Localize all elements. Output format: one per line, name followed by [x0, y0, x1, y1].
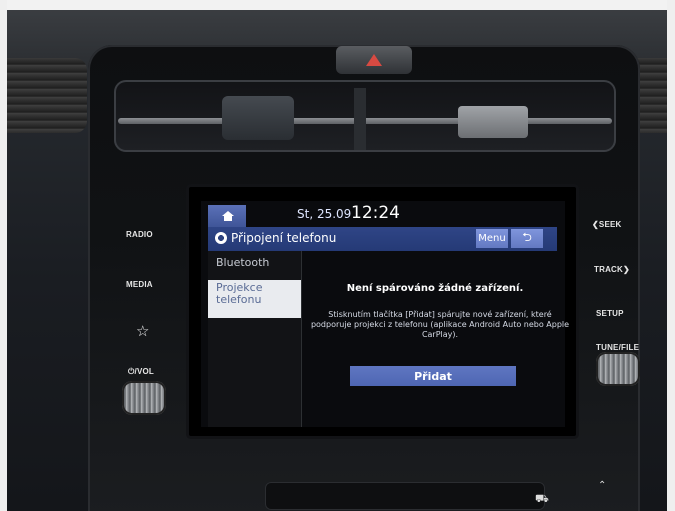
status-time: 12:24: [351, 203, 400, 223]
hazard-button[interactable]: [336, 46, 412, 74]
sidebar: [208, 251, 302, 427]
empty-state-title: Není spárováno žádné zařízení.: [346, 283, 524, 294]
page-title: Připojení telefonu: [231, 231, 337, 245]
empty-state-description: Stisknutím tlačítka [Přidat] spárujte no…: [310, 310, 570, 339]
status-date: St, 25.09: [297, 207, 352, 221]
back-button[interactable]: ⮌: [511, 229, 543, 248]
tune-file-label: TUNE/FILE: [596, 343, 640, 352]
sidebar-item-bluetooth[interactable]: Bluetooth: [208, 256, 301, 276]
photo-border-top: [0, 0, 675, 10]
bottom-control-strip: [265, 482, 545, 510]
radio-button[interactable]: RADIO: [126, 230, 153, 239]
menu-button[interactable]: Menu: [476, 229, 508, 248]
gear-icon: [215, 232, 227, 244]
left-air-vent: [7, 58, 87, 133]
track-button[interactable]: TRACK❯: [594, 265, 630, 274]
tune-file-knob[interactable]: [596, 352, 640, 386]
vent-post: [354, 88, 366, 150]
photo-border-right: [667, 0, 675, 511]
media-button[interactable]: MEDIA: [126, 280, 153, 289]
sidebar-item-phone-projection[interactable]: Projekce telefonu: [208, 280, 301, 318]
setup-button[interactable]: SETUP: [596, 309, 624, 318]
vent-knob-left[interactable]: [222, 96, 294, 140]
car-dashboard-photo: RADIO MEDIA ☆ ⏻/VOL ❮SEEK TRACK❯ SETUP T…: [0, 0, 675, 511]
chevron-up-icon[interactable]: ⌃: [598, 480, 606, 491]
volume-knob[interactable]: [122, 381, 166, 415]
star-icon[interactable]: ☆: [136, 324, 149, 339]
seek-button[interactable]: ❮SEEK: [592, 220, 622, 229]
home-icon: [221, 211, 234, 221]
add-device-button[interactable]: Přidat: [350, 366, 516, 386]
car-icon[interactable]: ⛟: [535, 492, 549, 507]
home-button[interactable]: [208, 205, 246, 227]
infotainment-screen: St, 25.09 12:24 Připojení telefonu Menu …: [189, 187, 576, 436]
power-volume-label: ⏻/VOL: [128, 367, 154, 376]
photo-border-left: [0, 0, 7, 511]
vent-knob-right[interactable]: [458, 106, 528, 138]
warning-triangle-icon: [366, 54, 382, 66]
